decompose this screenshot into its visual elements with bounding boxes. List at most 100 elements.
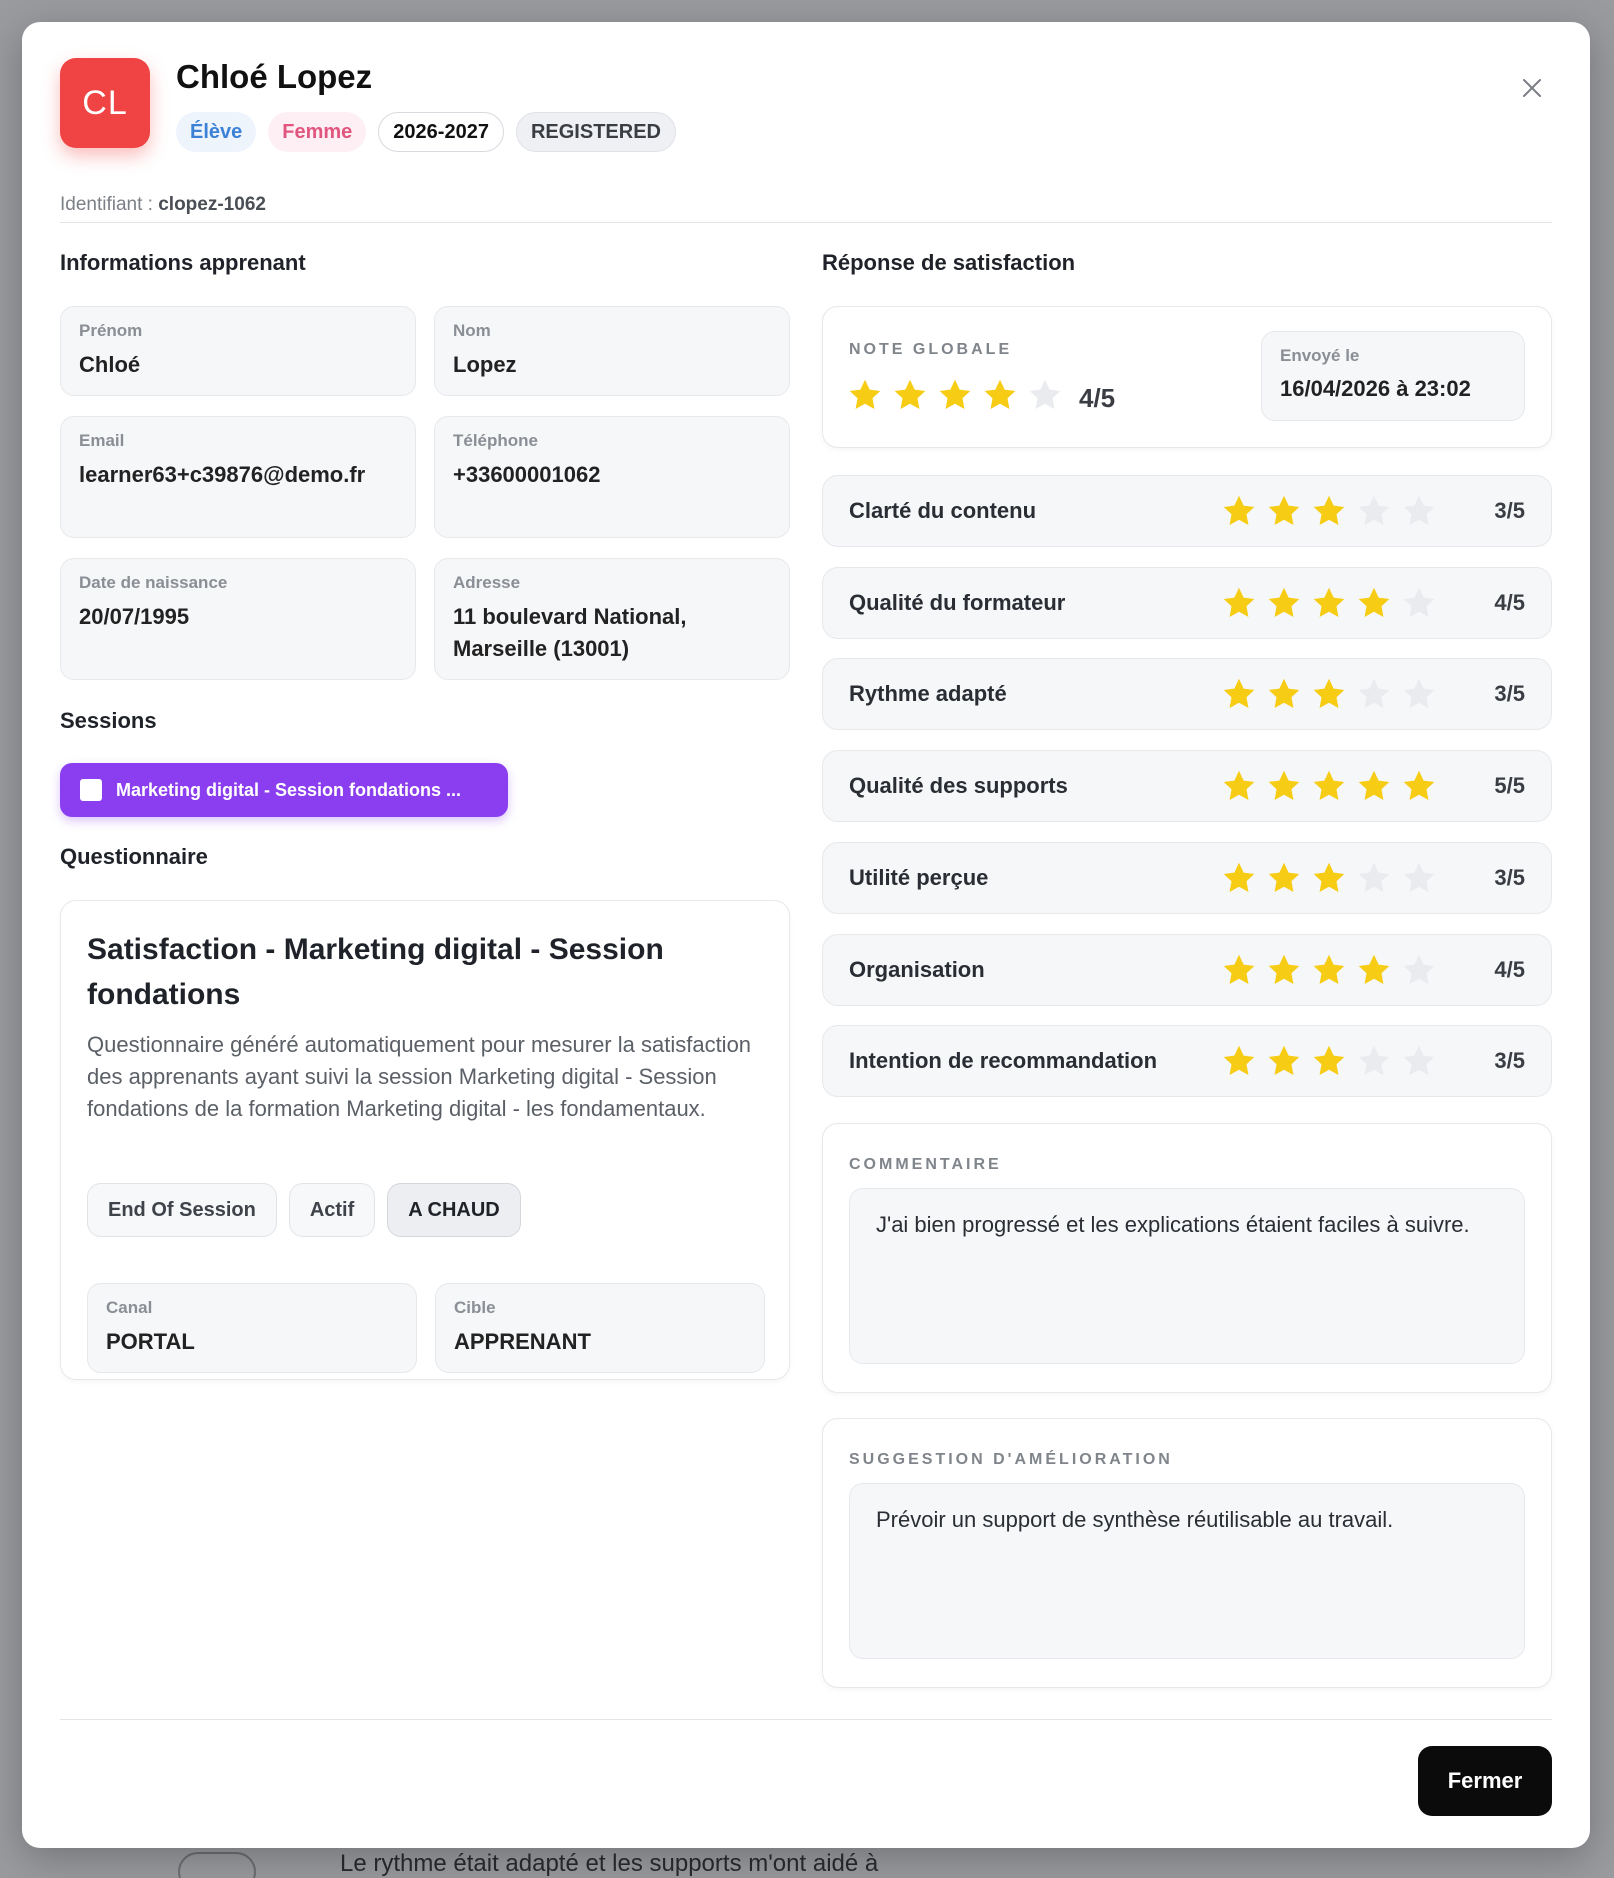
star-icon [1313,495,1345,525]
address-field: Adresse 11 boulevard National, Marseille… [434,558,790,680]
star-icon [1029,379,1061,409]
identifier-label: Identifiant : [60,194,153,215]
comment-label: COMMENTAIRE [849,1156,1002,1173]
channel-field: Canal PORTAL [87,1283,417,1373]
close-button[interactable]: Fermer [1418,1746,1552,1816]
avatar: CL [60,58,150,148]
tag-state: Actif [288,1183,376,1237]
star-icon [1403,954,1435,984]
overall-label: NOTE GLOBALE [849,341,1013,358]
criterion-score: 3/5 [1494,681,1525,707]
header-divider [60,222,1552,223]
criterion-stars [1221,952,1437,988]
suggestion-card: SUGGESTION D'AMÉLIORATION Prévoir un sup… [822,1418,1552,1688]
star-icon [1223,587,1255,617]
star-icon [1403,587,1435,617]
star-icon [1223,1045,1255,1076]
sent-date-box: Envoyé le 16/04/2026 à 23:02 [1261,331,1525,421]
criterion-label: Qualité des supports [849,773,1068,799]
criterion-score: 5/5 [1494,773,1525,799]
criterion-stars [1221,1043,1437,1079]
star-icon [1268,954,1300,984]
criterion-score: 3/5 [1494,1048,1525,1074]
star-icon [849,379,881,409]
close-icon[interactable] [1514,70,1550,106]
star-icon [1358,587,1390,617]
criterion-row: Intention de recommandation 3/5 [822,1025,1552,1098]
questionnaire-card: Satisfaction - Marketing digital - Sessi… [60,900,790,1380]
sessions-title: Sessions [60,708,157,733]
criterion-stars [1221,676,1437,712]
star-icon [1358,862,1390,892]
email-field: Email learner63+c39876@demo.fr [60,416,416,538]
footer-divider [60,1719,1552,1720]
star-icon [1403,495,1435,525]
star-icon [1403,1045,1435,1076]
star-icon [1313,1045,1345,1076]
criterion-stars [1221,585,1437,621]
tag-trigger: End Of Session [87,1183,277,1237]
star-icon [1403,770,1435,801]
learner-info-title: Informations apprenant [60,250,306,275]
star-icon [1313,770,1345,801]
star-icon [1358,679,1390,709]
comment-text: J'ai bien progressé et les explications … [849,1188,1525,1364]
star-icon [894,379,926,409]
star-icon [1358,954,1390,984]
star-icon [1223,954,1255,984]
criterion-label: Rythme adapté [849,681,1007,707]
suggestion-text: Prévoir un support de synthèse réutilisa… [849,1483,1525,1659]
star-icon [1358,495,1390,525]
star-icon [1268,587,1300,617]
criterion-score: 3/5 [1494,864,1525,890]
criterion-label: Organisation [849,956,985,982]
birthdate-field: Date de naissance 20/07/1995 [60,558,416,680]
star-icon [939,379,971,409]
star-icon [1223,862,1255,892]
star-icon [1358,770,1390,801]
overall-score: 4/5 [1079,383,1116,413]
criterion-score: 3/5 [1494,498,1525,523]
questionnaire-tags: End Of Session Actif A CHAUD [87,1183,521,1237]
questionnaire-title: Questionnaire [60,844,208,869]
criterion-score: 4/5 [1494,589,1525,615]
learner-response-modal: CL Chloé Lopez Élève Femme 2026-2027 REG… [22,22,1590,1848]
star-icon [1313,587,1345,617]
criterion-label: Clarté du contenu [849,498,1037,523]
star-icon [984,379,1016,409]
star-icon [1223,770,1255,801]
identifier-value: clopez-1062 [158,194,266,215]
star-icon [1313,954,1345,984]
star-icon [1268,770,1300,801]
checkbox-icon [80,779,102,801]
phone-field: Téléphone +33600001062 [434,416,790,538]
comment-card: COMMENTAIRE J'ai bien progressé et les e… [822,1123,1552,1393]
criterion-stars [1221,768,1437,804]
criterion-label: Utilité perçue [849,864,989,890]
background-text: Le rythme était adapté et les supports m… [340,1850,879,1877]
header-chips: Élève Femme 2026-2027 REGISTERED [176,112,676,152]
tag-timing: A CHAUD [387,1183,521,1237]
criterion-stars [1221,860,1437,896]
star-icon [1403,862,1435,892]
criterion-row: Rythme adapté 3/5 [822,658,1552,731]
star-icon [1268,862,1300,892]
learner-name: Chloé Lopez [176,58,373,95]
criterion-label: Intention de recommandation [849,1048,1158,1074]
star-icon [1358,1045,1390,1076]
gender-chip: Femme [268,112,367,152]
criterion-label: Qualité du formateur [849,589,1066,615]
role-chip: Élève [176,112,257,152]
background-badge [178,1852,256,1878]
criterion-row: Utilité perçue 3/5 [822,841,1552,914]
overall-rating-card: NOTE GLOBALE 4/5 Envoyé le 16/04/2026 à … [822,306,1552,448]
session-pill[interactable]: Marketing digital - Session fondations .… [60,763,508,817]
star-icon [1313,862,1345,892]
criterion-row: Clarté du contenu 3/5 [822,475,1552,547]
suggestion-label: SUGGESTION D'AMÉLIORATION [849,1451,1173,1468]
session-pill-label: Marketing digital - Session fondations .… [116,779,462,800]
overall-stars [847,377,1063,413]
star-icon [1268,1045,1300,1076]
criterion-stars [1221,493,1437,529]
target-field: Cible APPRENANT [435,1283,765,1373]
